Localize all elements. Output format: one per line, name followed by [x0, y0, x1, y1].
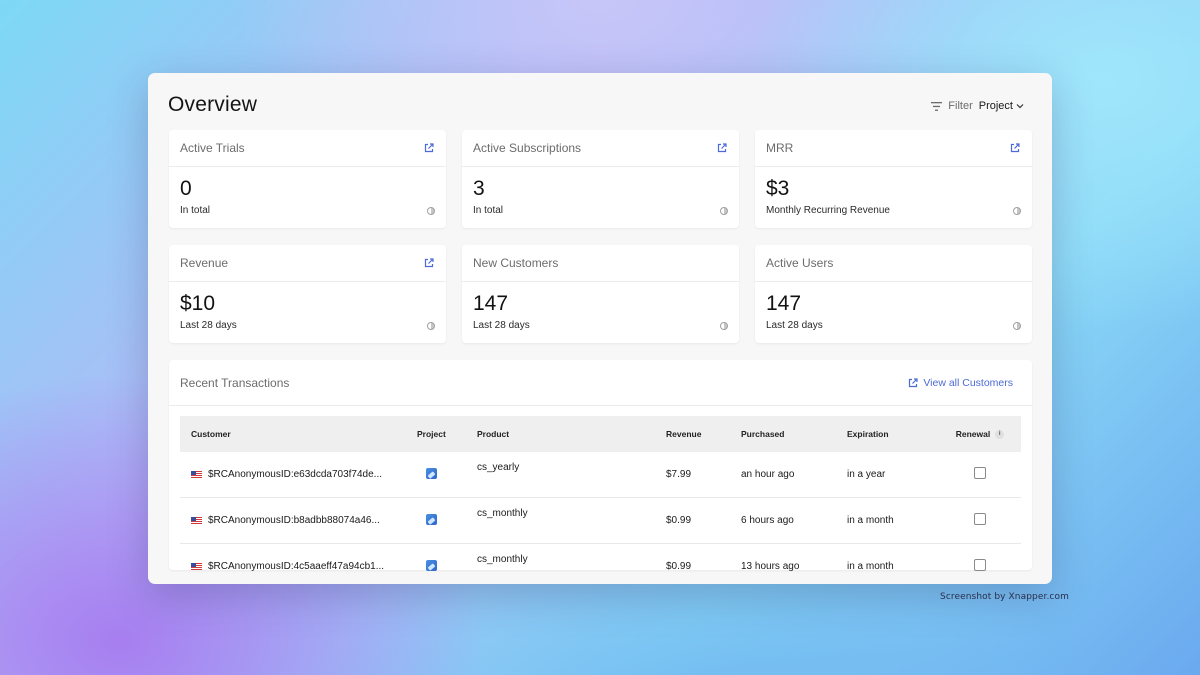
purchased-cell: 13 hours ago [741, 561, 800, 572]
info-circle-icon[interactable] [1013, 207, 1021, 215]
chevron-down-icon [1016, 104, 1024, 109]
renewal-checkbox[interactable] [974, 467, 986, 479]
card-value: 3 [473, 177, 485, 200]
card-active-trials: Active Trials 0 In total [169, 130, 446, 228]
card-active-subscriptions: Active Subscriptions 3 In total [462, 130, 739, 228]
project-app-icon [426, 467, 437, 479]
card-subtitle: Last 28 days [180, 320, 237, 331]
table-row[interactable]: $RCAnonymousID:b8adbb88074a46... cs_mont… [180, 497, 1021, 544]
view-all-customers-link[interactable]: View all Customers [907, 377, 1013, 389]
card-value: 147 [766, 292, 802, 315]
expiration-cell: in a month [836, 497, 939, 544]
card-new-customers: New Customers 147 Last 28 days [462, 245, 739, 343]
card-value: 0 [180, 177, 192, 200]
external-link-icon[interactable] [423, 257, 435, 269]
column-header-renewal[interactable]: Renewal i [939, 416, 1021, 452]
renewal-checkbox[interactable] [974, 513, 986, 525]
card-subtitle: In total [180, 205, 211, 216]
revenue-cell: $0.99 [666, 561, 692, 572]
card-title: Revenue [180, 256, 229, 270]
expiration-cell: in a year [836, 452, 939, 498]
watermark-text: Screenshot by Xnapper.com [940, 592, 1069, 602]
card-title: Active Subscriptions [473, 141, 582, 155]
card-active-users: Active Users 147 Last 28 days [755, 245, 1032, 343]
table-row[interactable]: $RCAnonymousID:e63dcda703f74de... cs_yea… [180, 452, 1021, 498]
filter-lines-icon [931, 101, 943, 111]
external-link-icon[interactable] [423, 142, 435, 154]
card-value: $10 [180, 292, 216, 315]
revenue-cell: $0.99 [655, 497, 730, 544]
card-title: New Customers [473, 256, 559, 270]
card-subtitle: Monthly Recurring Revenue [766, 205, 890, 216]
filter-dropdown[interactable]: Project [979, 100, 1024, 112]
renewal-checkbox[interactable] [974, 559, 986, 571]
us-flag-icon [191, 516, 202, 524]
customer-id[interactable]: $RCAnonymousID:4c5aaeff47a94cb1... [208, 561, 384, 572]
renewal-header-label: Renewal [955, 428, 991, 439]
product-cell: cs_monthly [466, 497, 655, 544]
info-circle-icon[interactable] [427, 207, 435, 215]
card-value: $3 [766, 177, 790, 200]
info-circle-icon[interactable]: i [995, 430, 1005, 440]
column-header-project[interactable]: Project [406, 416, 466, 452]
external-link-icon [909, 377, 918, 387]
card-subtitle: In total [473, 205, 504, 216]
recent-transactions-panel: Recent Transactions View all Customers C… [169, 360, 1032, 572]
column-header-product[interactable]: Product [466, 416, 655, 452]
card-subtitle: Last 28 days [473, 320, 530, 331]
info-circle-icon[interactable] [720, 207, 728, 215]
column-header-expiration[interactable]: Expiration [836, 416, 939, 452]
project-app-icon [426, 559, 437, 571]
project-app-icon [426, 513, 437, 525]
card-title: Active Users [766, 256, 834, 270]
expiration-cell: in a month [847, 561, 894, 572]
customer-id[interactable]: $RCAnonymousID:b8adbb88074a46... [208, 515, 380, 526]
card-title: Active Trials [180, 141, 245, 155]
app-window: Overview Filter Project Active Trials 0 … [148, 73, 1052, 584]
table-header-row: Customer Project Product Revenue Purchas… [180, 416, 1021, 452]
product-cell: cs_monthly [477, 554, 528, 565]
info-circle-icon[interactable] [1013, 322, 1021, 330]
customer-id[interactable]: $RCAnonymousID:e63dcda703f74de... [208, 469, 382, 480]
external-link-icon[interactable] [1009, 142, 1021, 154]
page-title: Overview [168, 93, 258, 116]
view-all-label: View all Customers [923, 376, 1013, 389]
filter-value: Project [978, 100, 1013, 112]
column-header-customer[interactable]: Customer [180, 416, 406, 452]
filter-label: Filter [948, 100, 973, 112]
us-flag-icon [191, 470, 202, 478]
card-mrr: MRR $3 Monthly Recurring Revenue [755, 130, 1032, 228]
column-header-revenue[interactable]: Revenue [655, 416, 730, 452]
column-header-purchased[interactable]: Purchased [730, 416, 836, 452]
us-flag-icon [191, 562, 202, 570]
purchased-cell: an hour ago [730, 452, 836, 498]
table-row[interactable]: $RCAnonymousID:4c5aaeff47a94cb1... cs_mo… [180, 544, 1021, 585]
section-title: Recent Transactions [180, 375, 290, 390]
card-revenue: Revenue $10 Last 28 days [169, 245, 446, 343]
card-title: MRR [766, 141, 794, 155]
revenue-cell: $7.99 [655, 452, 730, 498]
card-subtitle: Last 28 days [766, 320, 823, 331]
purchased-cell: 6 hours ago [730, 497, 836, 544]
product-cell: cs_yearly [466, 452, 655, 498]
card-value: 147 [473, 292, 509, 315]
filter-control[interactable]: Filter Project [931, 100, 1024, 112]
info-circle-icon[interactable] [427, 322, 435, 330]
external-link-icon[interactable] [716, 142, 728, 154]
info-circle-icon[interactable] [720, 322, 728, 330]
transactions-table: Customer Project Product Revenue Purchas… [180, 416, 1021, 584]
